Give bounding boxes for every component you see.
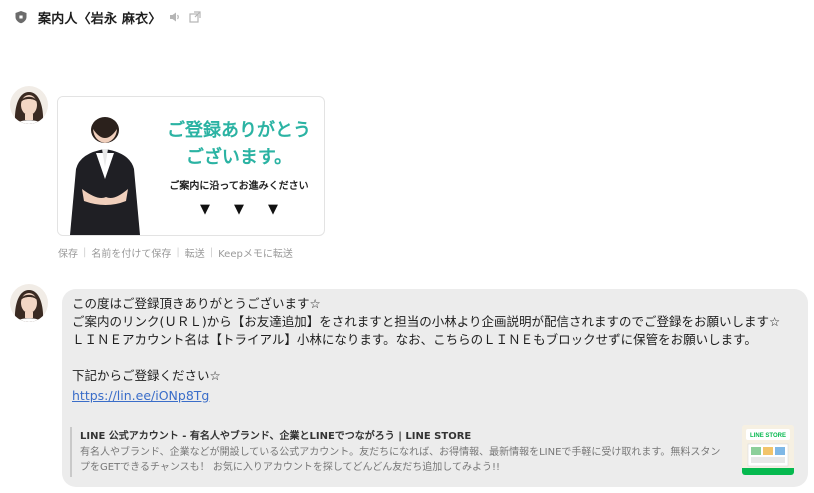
preview-bar bbox=[70, 427, 72, 477]
separator: | bbox=[209, 247, 214, 258]
preview-thumbnail: LINE STORE bbox=[742, 425, 794, 475]
message-line: この度はご登録頂きありがとうございます☆ bbox=[72, 296, 321, 311]
text-message-bubble[interactable]: この度はご登録頂きありがとうございます☆ ご案内のリンク(ＵＲＬ)から【お友達追… bbox=[62, 289, 808, 487]
bowing-woman-image bbox=[58, 97, 158, 235]
save-link[interactable]: 保存 bbox=[58, 245, 78, 260]
chat-title: 案内人〈岩永 麻衣〉 bbox=[38, 11, 162, 27]
save-as-link[interactable]: 名前を付けて保存 bbox=[91, 245, 171, 260]
message-cta: 下記からご登録ください☆ bbox=[72, 368, 221, 383]
avatar[interactable] bbox=[10, 86, 48, 124]
image-message[interactable]: ご登録ありがとう ございます。 ご案内に沿ってお進みください ▼ ▼ ▼ bbox=[57, 96, 325, 236]
separator: | bbox=[83, 247, 87, 258]
shield-icon bbox=[14, 10, 28, 24]
message-line: ご案内のリンク(ＵＲＬ)から【お友達追加】をされますと担当の小林より企画説明が配… bbox=[72, 314, 781, 329]
preview-title: LINE 公式アカウント - 有名人やブランド、企業とLINEでつながろう | … bbox=[80, 431, 472, 442]
avatar[interactable] bbox=[10, 284, 48, 322]
down-arrow-icon: ▼ bbox=[234, 202, 244, 217]
down-arrows: ▼ ▼ ▼ bbox=[158, 202, 320, 217]
link-preview[interactable]: LINE 公式アカウント - 有名人やブランド、企業とLINEでつながろう | … bbox=[70, 425, 794, 481]
keep-forward-link[interactable]: Keepメモに転送 bbox=[218, 245, 293, 260]
separator: | bbox=[176, 247, 180, 258]
message-line: ＬＩＮＥアカウント名は【トライアル】小林になります。なお、こちらのＬＩＮＥもブロ… bbox=[72, 332, 757, 347]
headline-line-2: ございます。 bbox=[185, 147, 293, 168]
chat-header: 案内人〈岩永 麻衣〉 bbox=[14, 8, 202, 27]
down-arrow-icon: ▼ bbox=[268, 202, 278, 217]
image-actions: 保存 | 名前を付けて保存 | 転送 | Keepメモに転送 bbox=[58, 245, 293, 260]
image-headline: ご登録ありがとう ございます。 bbox=[158, 117, 320, 171]
preview-description: 有名人やブランド、企業などが開設している公式アカウント。友だちになれば、お得情報… bbox=[80, 447, 721, 473]
forward-link[interactable]: 転送 bbox=[185, 245, 205, 260]
open-window-icon[interactable] bbox=[188, 10, 202, 24]
image-subtext: ご案内に沿ってお進みください bbox=[169, 181, 309, 192]
headline-line-1: ご登録ありがとう bbox=[167, 120, 311, 141]
speaker-icon[interactable] bbox=[168, 10, 182, 24]
message-link[interactable]: https://lin.ee/iONp8Tg bbox=[72, 388, 209, 403]
thumbnail-label: LINE STORE bbox=[750, 433, 786, 439]
down-arrow-icon: ▼ bbox=[200, 202, 210, 217]
